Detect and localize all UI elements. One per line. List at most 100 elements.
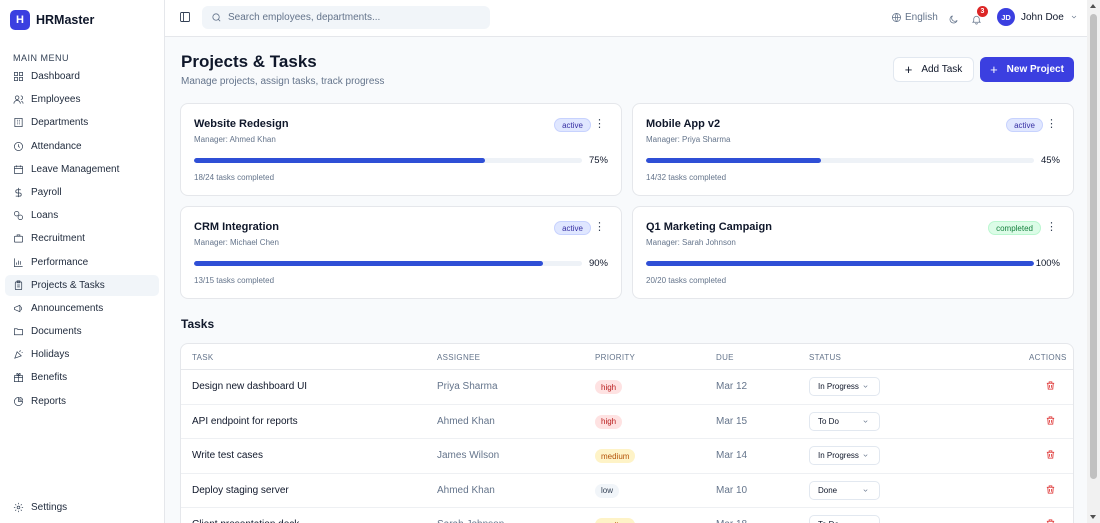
search-box[interactable] xyxy=(202,6,490,29)
sidebar-item-dashboard[interactable]: Dashboard xyxy=(5,66,159,87)
search-input[interactable] xyxy=(228,12,478,23)
sidebar-item-label: Benefits xyxy=(31,372,68,384)
project-manager: Manager: Sarah Johnson xyxy=(646,238,736,247)
brand-logo: H xyxy=(10,10,30,30)
clock-icon xyxy=(14,141,23,151)
table-row: Write test cases James Wilson medium Mar 14… xyxy=(181,439,1073,474)
page-subtitle: Manage projects, assign tasks, track pro… xyxy=(181,76,385,87)
chevron-down-icon xyxy=(863,454,868,457)
sidebar-item-departments[interactable]: Departments xyxy=(5,112,159,133)
priority-badge: high xyxy=(595,380,623,394)
task-name: Write test cases xyxy=(192,450,263,461)
project-card[interactable]: CRM Integration Manager: Michael Chen acti… xyxy=(180,206,622,299)
more-options-icon[interactable]: ⋮ xyxy=(1046,119,1057,130)
more-options-icon[interactable]: ⋮ xyxy=(1046,222,1057,233)
avatar: JD xyxy=(997,8,1015,26)
chevron-down-icon xyxy=(1071,15,1077,19)
task-name: Design new dashboard UI xyxy=(192,381,308,392)
top-header: English 3 JD John Doe xyxy=(165,0,1087,37)
sidebar-item-label: Employees xyxy=(31,94,81,106)
sidebar-item-loans[interactable]: Loans xyxy=(5,205,159,226)
project-manager: Manager: Ahmed Khan xyxy=(194,135,276,144)
sidebar-item-label: Announcements xyxy=(31,302,104,314)
status-select[interactable]: In Progress xyxy=(809,377,880,396)
sidebar-item-reports[interactable]: Reports xyxy=(5,391,159,412)
sidebar-toggle-icon[interactable] xyxy=(179,11,191,23)
new-project-button[interactable]: + New Project xyxy=(980,57,1074,82)
moon-icon xyxy=(949,15,958,24)
column-header-task: TASK xyxy=(192,353,214,362)
sidebar-item-label: Departments xyxy=(31,117,89,129)
language-selector[interactable]: English xyxy=(891,12,938,23)
status-select[interactable]: To Do xyxy=(809,515,880,523)
project-name: Website Redesign xyxy=(194,118,289,130)
add-task-button[interactable]: + Add Task xyxy=(893,57,974,82)
sidebar-item-label: Attendance xyxy=(31,140,82,152)
sidebar-item-settings[interactable]: Settings xyxy=(5,497,159,518)
column-header-status: STATUS xyxy=(809,353,842,362)
trash-icon[interactable] xyxy=(1045,484,1056,495)
sidebar-item-label: Documents xyxy=(31,326,82,338)
project-card[interactable]: Q1 Marketing Campaign Manager: Sarah John… xyxy=(632,206,1074,299)
trash-icon[interactable] xyxy=(1045,380,1056,391)
menu-heading: MAIN MENU xyxy=(13,53,69,63)
sidebar-item-documents[interactable]: Documents xyxy=(5,321,159,342)
sidebar-item-leave-management[interactable]: Leave Management xyxy=(5,159,159,180)
dollar-icon xyxy=(15,187,22,198)
tasks-completed-count: 20/20 tasks completed xyxy=(646,276,727,285)
scroll-down-arrow[interactable] xyxy=(1090,515,1096,519)
more-options-icon[interactable]: ⋮ xyxy=(594,222,605,233)
user-menu[interactable]: JD John Doe xyxy=(997,8,1078,26)
sidebar-item-payroll[interactable]: Payroll xyxy=(5,182,159,203)
trash-icon[interactable] xyxy=(1045,449,1056,460)
project-manager: Manager: Michael Chen xyxy=(194,238,279,247)
language-label: English xyxy=(905,12,938,23)
chevron-down-icon xyxy=(863,488,868,492)
sidebar-item-performance[interactable]: Performance xyxy=(5,252,159,273)
sidebar-item-label: Loans xyxy=(31,210,59,222)
page-scrollbar[interactable] xyxy=(1087,0,1100,523)
project-card[interactable]: Website Redesign Manager: Ahmed Khan activ… xyxy=(180,103,622,196)
sidebar-item-attendance[interactable]: Attendance xyxy=(5,136,159,157)
status-select[interactable]: To Do xyxy=(809,411,880,431)
progress-percent: 100% xyxy=(1035,258,1060,269)
table-header: TASK ASSIGNEE PRIORITY DUE STATUS ACTIONS xyxy=(181,344,1073,370)
scroll-thumb[interactable] xyxy=(1090,14,1097,479)
scroll-up-arrow[interactable] xyxy=(1090,4,1096,8)
status-select[interactable]: In Progress xyxy=(809,446,880,465)
user-name: John Doe xyxy=(1021,11,1064,23)
brand[interactable]: H HRMaster xyxy=(10,10,94,30)
task-name: Client presentation deck xyxy=(192,519,299,523)
progress-fill xyxy=(646,158,821,163)
trash-icon[interactable] xyxy=(1045,518,1056,523)
more-options-icon[interactable]: ⋮ xyxy=(594,119,605,130)
progress-bar xyxy=(194,261,582,266)
sidebar-item-holidays[interactable]: Holidays xyxy=(5,344,159,365)
tasks-table: TASK ASSIGNEE PRIORITY DUE STATUS ACTIONS Des… xyxy=(180,343,1074,523)
task-assignee: Ahmed Khan xyxy=(437,484,495,496)
sidebar-item-recruitment[interactable]: Recruitment xyxy=(5,228,159,249)
sidebar-item-employees[interactable]: Employees xyxy=(5,89,159,110)
sidebar-item-benefits[interactable]: Benefits xyxy=(5,367,159,388)
task-assignee: Sarah Johnson xyxy=(437,519,504,523)
task-due-date: Mar 10 xyxy=(716,484,748,496)
folder-icon xyxy=(14,328,23,336)
sidebar-menu: Dashboard Employees Departments Attendance L… xyxy=(5,66,159,414)
progress-percent: 90% xyxy=(588,258,608,269)
sidebar-item-label: Performance xyxy=(31,256,89,268)
task-due-date: Mar 14 xyxy=(716,450,748,461)
theme-toggle[interactable] xyxy=(948,12,959,30)
page-title: Projects & Tasks xyxy=(181,52,317,71)
status-select[interactable]: Done xyxy=(809,480,880,500)
trash-icon[interactable] xyxy=(1045,415,1056,426)
brand-name: HRMaster xyxy=(36,13,95,27)
plus-icon: + xyxy=(990,62,998,77)
project-card[interactable]: Mobile App v2 Manager: Priya Sharma active… xyxy=(632,103,1074,196)
sidebar-item-projects-tasks[interactable]: Projects & Tasks xyxy=(5,274,159,296)
notification-badge: 3 xyxy=(977,6,988,17)
priority-badge: medium xyxy=(595,449,636,463)
project-name: CRM Integration xyxy=(194,221,279,233)
sidebar-item-announcements[interactable]: Announcements xyxy=(5,298,159,319)
notifications-button[interactable]: 3 xyxy=(971,6,988,30)
column-header-actions: ACTIONS xyxy=(1029,353,1067,362)
